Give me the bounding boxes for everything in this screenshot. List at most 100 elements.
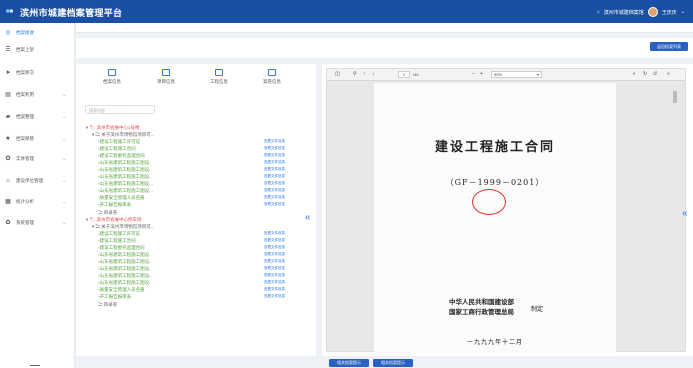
pdf-scrollbar[interactable] — [673, 91, 677, 103]
check-circle-icon: ◎ — [5, 29, 11, 36]
tree-item[interactable]: ▫山东省建筑工程施工图设... — [98, 173, 153, 180]
tree-item[interactable]: ▫建设工程施工合同 — [98, 145, 136, 152]
tree-item[interactable]: ▫山东省建筑工程施工图设... — [98, 187, 153, 194]
org-name: 滨州市城建档案馆 — [603, 9, 644, 16]
sidebar-item-archive-transfer[interactable]: ➤ 档案移交 — [0, 65, 75, 80]
view-file-link[interactable]: 查看文件信息 — [264, 159, 285, 166]
tree-subgroup[interactable]: ▾ 🗀 关于滨州市博物馆项目可... — [92, 131, 155, 138]
user-name[interactable]: 王庆庆 — [662, 9, 677, 16]
return-list-button[interactable]: 返回档案列表 — [650, 42, 688, 51]
tree-item[interactable]: ▫山东省建筑工程施工图设... — [98, 265, 153, 272]
tree-item[interactable]: ▫山东省建筑工程施工图设... — [98, 272, 153, 279]
tree-item[interactable]: ▫山东省建筑工程施工图设... — [98, 258, 153, 265]
tree-footer-label: 目录卷 — [103, 210, 118, 215]
view-file-link[interactable]: 查看文件信息 — [264, 244, 285, 251]
expand-right-icon[interactable]: « — [682, 208, 688, 219]
view-file-link[interactable]: 查看文件信息 — [264, 286, 285, 293]
tree-item[interactable]: ▫山东省建筑工程施工图设... — [98, 279, 153, 286]
view-file-link[interactable]: 查看文件信息 — [264, 279, 285, 286]
sidebar-item-archive-organize[interactable]: ▰ 档案整理 ⌄ — [0, 109, 75, 124]
undo-icon[interactable]: ↺ — [653, 71, 657, 77]
rotate-icon[interactable]: ↻ — [643, 71, 647, 77]
tree-item-label: 开工报告报审表 — [99, 202, 132, 207]
settings-icon: ✪ — [5, 155, 11, 162]
sidebar-item-archive-shelve[interactable]: ☰ 档案上架 — [0, 42, 75, 57]
user-area[interactable]: ⌂ 滨州市城建档案馆 王庆庆 ⌄ — [597, 7, 685, 17]
tree-item[interactable]: ▫建设工程施工合同 — [98, 237, 136, 244]
tree-item[interactable]: ▫山东省建筑工程施工图设... — [98, 159, 153, 166]
action-bar: 返回档案列表 — [76, 38, 693, 58]
view-file-link[interactable]: 查看文件信息 — [264, 166, 285, 173]
sidebar-item-statistics[interactable]: ▦ 统计分析 ⌄ — [0, 194, 75, 209]
arrow-up-icon[interactable]: ↑ — [363, 71, 366, 77]
tree-item[interactable]: ▫质量安全管理人员名册 — [98, 286, 145, 293]
tree-footer[interactable]: 🗀 目录卷 — [98, 209, 117, 216]
sidebar-item-archive-receive[interactable]: ◎ 档案接收 — [0, 25, 75, 40]
presentation-icon[interactable]: ◐ — [633, 71, 636, 77]
chevron-down-icon[interactable]: ⌄ — [681, 9, 685, 15]
tree-footer[interactable]: 🗀 目录卷 — [98, 301, 117, 308]
sidebar-toggle-icon[interactable]: ◫ — [335, 71, 340, 77]
view-file-link[interactable]: 查看文件信息 — [264, 237, 285, 244]
next-archive-button[interactable]: 相关档案提示 — [373, 359, 413, 367]
view-file-link[interactable]: 查看文件信息 — [264, 145, 285, 152]
zoom-select[interactable]: 90% ▾ — [491, 71, 542, 78]
tree-item[interactable]: ▫建设工程委托监理合同 — [98, 152, 145, 159]
view-file-link[interactable]: 查看文件信息 — [264, 258, 285, 265]
page-total: /40 — [413, 72, 419, 77]
collapse-left-icon[interactable]: « — [305, 212, 311, 223]
tree-item-label: 山东省建筑工程施工图设... — [99, 280, 153, 285]
folder-icon: ▰ — [5, 113, 11, 120]
tree-footer-label: 目录卷 — [103, 302, 118, 307]
view-file-link[interactable]: 查看文件信息 — [264, 180, 285, 187]
tree-item[interactable]: ▫开工报告报审表 — [98, 293, 131, 300]
view-file-link[interactable]: 查看文件信息 — [264, 138, 285, 145]
view-file-link[interactable]: 查看文件信息 — [264, 194, 285, 201]
tree-item[interactable]: ▫山东省建筑工程施工图设... — [98, 166, 153, 173]
view-file-link[interactable]: 查看文件信息 — [264, 230, 285, 237]
view-file-link[interactable]: 查看文件信息 — [264, 265, 285, 272]
sidebar-item-entity-manage[interactable]: ✪ 实体管理 ⌄ — [0, 151, 75, 166]
zoom-out-icon[interactable]: − — [472, 71, 475, 77]
sidebar-item-archive-storage[interactable]: ★ 档案保管 ⌄ — [0, 131, 75, 146]
avatar[interactable] — [647, 7, 658, 17]
tree-item-label: 建设工程施工合同 — [99, 146, 136, 151]
sidebar-item-builder-manage[interactable]: ⌂ 建设单位管理 ⌄ — [0, 173, 75, 188]
tab-archive-info[interactable]: 档案信息 — [92, 69, 132, 85]
info-tabs: 档案信息 项目信息 工程信息 案卷信息 — [76, 69, 316, 91]
tab-engineering-info[interactable]: 工程信息 — [199, 69, 239, 85]
tree-subgroup-label: 关于滨州市博物馆项目可... — [101, 224, 155, 229]
search-input[interactable]: 搜索内容 — [85, 105, 155, 114]
tree-item[interactable]: ▫建设工程施工许可证 — [98, 138, 140, 145]
sidebar-item-system-manage[interactable]: ✿ 系统管理 ⌄ — [0, 215, 75, 230]
prev-archive-button[interactable]: 相关档案提示 — [329, 359, 369, 367]
view-file-link[interactable]: 查看文件信息 — [264, 152, 285, 159]
tab-volume-info[interactable]: 案卷信息 — [252, 69, 292, 85]
home-icon: ⌂ — [596, 9, 600, 15]
tree-item[interactable]: ▫山东省建筑工程施工图设... — [98, 251, 153, 258]
tree-item[interactable]: ▫质量安全管理人员名册 — [98, 194, 145, 201]
tree-item[interactable]: ▫建设工程施工许可证 — [98, 230, 140, 237]
view-file-link[interactable]: 查看文件信息 — [264, 272, 285, 279]
tree-subgroup[interactable]: ▾ 🗀 关于滨州市博物馆项目可... — [92, 223, 155, 230]
view-file-link[interactable]: 查看文件信息 — [264, 173, 285, 180]
view-file-link[interactable]: 查看文件信息 — [264, 201, 285, 208]
view-file-link[interactable]: 查看文件信息 — [264, 251, 285, 258]
tree-item[interactable]: ▫山东省建筑工程施工图设... — [98, 180, 153, 187]
search-icon[interactable]: ⚲ — [353, 71, 357, 77]
more-tools-icon[interactable]: » — [667, 71, 670, 77]
tree-group-title[interactable]: ▾ 🏷 滨州市会展中心1号楼 — [86, 124, 140, 131]
page-number-input[interactable]: 1 — [398, 71, 410, 78]
view-file-link[interactable]: 查看文件信息 — [264, 293, 285, 300]
view-file-link[interactable]: 查看文件信息 — [264, 187, 285, 194]
arrow-down-icon[interactable]: ↓ — [372, 71, 375, 77]
tab-project-info[interactable]: 项目信息 — [146, 69, 186, 85]
issuer-suffix: 制定 — [531, 306, 544, 313]
tree-group-title[interactable]: ▾ 🏷 滨州市会展中心停车场 — [86, 216, 141, 223]
tree-item[interactable]: ▫建设工程委托监理合同 — [98, 244, 145, 251]
tree-item-label: 山东省建筑工程施工图设... — [99, 266, 153, 271]
zoom-in-icon[interactable]: + — [480, 71, 483, 77]
tree-item[interactable]: ▫开工报告报审表 — [98, 201, 131, 208]
sidebar-item-archive-use[interactable]: ▤ 档案利用 ⌄ — [0, 87, 75, 102]
document-page: 建设工程施工合同 （GF－1999－0201） 中华人民共和国建设部 国家工商行… — [374, 83, 616, 353]
